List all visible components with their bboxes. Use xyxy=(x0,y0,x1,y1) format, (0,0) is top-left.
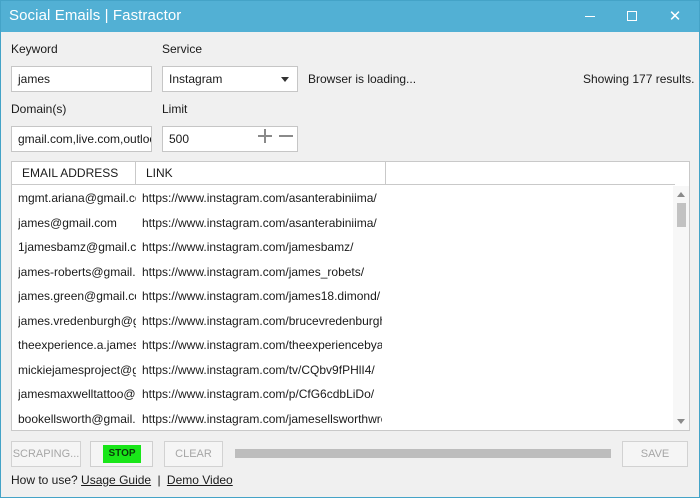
link-cell[interactable]: https://www.instagram.com/jamesbamz/ xyxy=(142,235,382,260)
column-header-link[interactable]: LINK xyxy=(136,162,386,185)
window-title: Social Emails | Fastractor xyxy=(9,7,182,24)
table-row[interactable]: james@gmail.com https://www.instagram.com… xyxy=(12,211,675,236)
keyword-input[interactable]: james xyxy=(11,66,152,92)
stop-label: STOP xyxy=(103,445,141,463)
link-cell[interactable]: https://www.instagram.com/james_robets/ xyxy=(142,260,382,285)
usage-guide-link[interactable]: Usage Guide xyxy=(81,473,151,487)
scroll-down-icon[interactable] xyxy=(677,419,685,424)
link-cell[interactable]: https://www.instagram.com/asanterabiniim… xyxy=(142,211,382,236)
title-bar[interactable]: Social Emails | Fastractor ✕ xyxy=(1,1,699,32)
link-cell[interactable]: https://www.instagram.com/james18.dimond… xyxy=(142,284,382,309)
email-cell: theexperience.a.james@gmail.com xyxy=(18,338,136,352)
link-cell[interactable]: https://www.instagram.com/asanterabiniim… xyxy=(142,186,382,211)
email-cell: bookellsworth@gmail.com xyxy=(18,411,136,426)
email-cell: jamesmaxwelltattoo@gmail.com xyxy=(18,387,136,401)
stop-button[interactable]: STOP xyxy=(90,441,153,467)
table-row[interactable]: mgmt.ariana@gmail.com https://www.instagr… xyxy=(12,186,675,211)
email-cell: james.green@gmail.com xyxy=(18,289,136,303)
scraping-button[interactable]: SCRAPING... xyxy=(11,441,81,467)
table-row[interactable]: mickiejamesproject@gmail.com https://www.… xyxy=(12,358,675,383)
minimize-button[interactable] xyxy=(568,1,612,32)
browser-status: Browser is loading... xyxy=(308,72,417,86)
table-body: mgmt.ariana@gmail.com https://www.instagr… xyxy=(12,186,675,431)
link-cell[interactable]: https://www.instagram.com/jamesellsworth… xyxy=(142,407,382,432)
keyword-value: james xyxy=(18,72,51,86)
help-footer: How to use? Usage Guide | Demo Video xyxy=(11,473,233,487)
link-cell[interactable]: https://www.instagram.com/brucevredenbur… xyxy=(142,309,382,334)
save-button[interactable]: SAVE xyxy=(622,441,688,467)
progress-bar xyxy=(235,449,611,458)
minimize-icon xyxy=(585,16,595,17)
progress-fill xyxy=(235,449,611,458)
link-cell[interactable]: https://www.instagram.com/p/CfG6cdbLiDo/ xyxy=(142,382,382,407)
domains-value: gmail.com,live.com,outlook xyxy=(18,132,152,146)
table-row[interactable]: james.vredenburgh@gmail.com https://www.i… xyxy=(12,309,675,334)
email-cell: mgmt.ariana@gmail.com xyxy=(18,191,136,205)
table-row[interactable]: james-roberts@gmail.com https://www.insta… xyxy=(12,260,675,285)
table-row[interactable]: jamesmaxwelltattoo@gmail.com https://www.… xyxy=(12,382,675,407)
service-value: Instagram xyxy=(169,72,223,86)
link-cell[interactable]: https://www.instagram.com/tv/CQbv9fPHlI4… xyxy=(142,358,382,383)
service-select[interactable]: Instagram xyxy=(162,66,298,92)
email-cell: james.vredenburgh@gmail.com xyxy=(18,313,136,328)
scroll-up-icon[interactable] xyxy=(677,192,685,197)
column-header-empty[interactable] xyxy=(386,162,675,185)
scroll-thumb[interactable] xyxy=(677,203,686,227)
service-label: Service xyxy=(162,42,203,56)
email-cell: 1jamesbamz@gmail.com xyxy=(18,240,136,254)
table-row[interactable]: theexperience.a.james@gmail.com https://w… xyxy=(12,333,675,358)
increment-button[interactable] xyxy=(257,128,273,144)
maximize-button[interactable] xyxy=(610,1,654,32)
domains-label: Domain(s) xyxy=(11,102,67,116)
keyword-label: Keyword xyxy=(11,42,58,56)
footer-separator: | xyxy=(157,473,161,487)
results-count: Showing 177 results. xyxy=(583,72,695,86)
email-cell: james@gmail.com xyxy=(18,215,117,230)
minus-icon xyxy=(279,135,293,137)
app-window: Social Emails | Fastractor ✕ Keyword Ser… xyxy=(0,0,700,498)
demo-video-link[interactable]: Demo Video xyxy=(167,473,233,487)
email-cell: mickiejamesproject@gmail.com xyxy=(18,362,136,377)
help-prefix: How to use? xyxy=(11,473,78,487)
maximize-icon xyxy=(627,11,637,21)
close-icon: ✕ xyxy=(668,8,682,25)
domains-input[interactable]: gmail.com,live.com,outlook xyxy=(11,126,152,152)
clear-button[interactable]: CLEAR xyxy=(164,441,223,467)
table-header: EMAIL ADDRESS LINK xyxy=(12,162,675,185)
limit-label: Limit xyxy=(162,102,188,116)
decrement-button[interactable] xyxy=(278,128,294,144)
limit-value: 500 xyxy=(169,132,190,146)
vertical-scrollbar[interactable] xyxy=(673,186,689,430)
results-table[interactable]: EMAIL ADDRESS LINK mgmt.ariana@gmail.com… xyxy=(11,161,690,431)
link-cell[interactable]: https://www.instagram.com/theexperienceb… xyxy=(142,333,382,358)
column-header-email[interactable]: EMAIL ADDRESS xyxy=(12,162,136,185)
email-cell: james-roberts@gmail.com xyxy=(18,264,136,279)
table-row[interactable]: 1jamesbamz@gmail.com https://www.instagra… xyxy=(12,235,675,260)
close-button[interactable]: ✕ xyxy=(653,1,697,32)
table-row[interactable]: bookellsworth@gmail.com https://www.insta… xyxy=(12,407,675,432)
table-row[interactable]: james.green@gmail.com https://www.instagr… xyxy=(12,284,675,309)
chevron-down-icon xyxy=(281,77,289,82)
